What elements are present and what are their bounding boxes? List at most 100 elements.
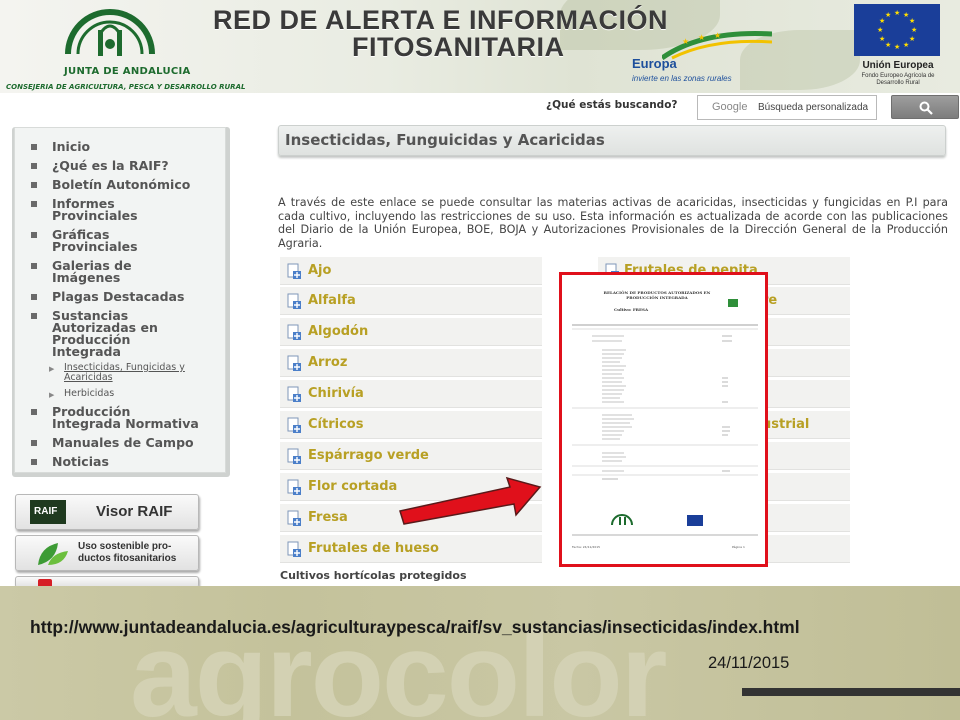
sidebar-item-label: Integrada Normativa (52, 416, 199, 431)
crop-link-label: Alfalfa (308, 293, 356, 308)
svg-text:★: ★ (909, 17, 915, 25)
crop-link-label: Frutales de hueso (308, 541, 439, 556)
sidebar-item-label: Noticias (52, 454, 109, 469)
bullet-icon (31, 163, 37, 169)
crop-link-arroz[interactable]: Arroz (280, 349, 542, 377)
sidebar-item-label: Imágenes (52, 270, 121, 285)
svg-text:★: ★ (911, 26, 917, 34)
europa-label: Europa (632, 56, 677, 71)
andalucia-emblem-icon (65, 9, 155, 56)
document-add-icon (287, 386, 301, 402)
document-preview: RELACIÓN DE PRODUCTOS AUTORIZADOS EN PRO… (559, 272, 768, 567)
footer-banner: agrocolor http://www.juntadeandalucia.es… (0, 586, 960, 720)
sidebar-item-label: Provinciales (52, 208, 138, 223)
red-arrow-icon (399, 476, 542, 525)
bullet-icon (31, 263, 37, 269)
source-url[interactable]: http://www.juntadeandalucia.es/agricultu… (30, 617, 800, 638)
site-header: JUNTA DE ANDALUCIA CONSEJERIA DE AGRICUL… (0, 0, 960, 93)
page-title: Insecticidas, Funguicidas y Acaricidas (285, 131, 605, 149)
svg-text:★: ★ (903, 41, 909, 49)
sidebar-subitem-label: Acaricidas (64, 372, 113, 383)
europa-slogan: invierte en las zonas rurales (632, 74, 732, 83)
document-add-icon (287, 448, 301, 464)
visor-raif-label: Visor RAIF (96, 503, 173, 520)
svg-text:★: ★ (885, 41, 891, 49)
sidebar-item-label: Boletín Autonómico (52, 177, 191, 192)
sidebar-item-label: Provinciales (52, 239, 138, 254)
section-subheading: Cultivos hortícolas protegidos (280, 569, 467, 582)
eu-flag-mini-icon (687, 515, 703, 526)
europa-rural-logo: ★ ★ ★ Europa invierte en las zonas rural… (632, 30, 772, 88)
bullet-icon (31, 182, 37, 188)
bullet-icon (31, 313, 37, 319)
crop-link-label: Algodón (308, 324, 369, 339)
org-name: JUNTA DE ANDALUCIA (64, 66, 191, 77)
crop-link-label: Cítricos (308, 417, 364, 432)
crop-link-esparrago[interactable]: Espárrago verde (280, 442, 542, 470)
eu-title: Unión Europea (862, 60, 934, 71)
sidebar-subitem-label: Herbicidas (64, 388, 115, 399)
bullet-icon (31, 144, 37, 150)
svg-text:★: ★ (714, 31, 721, 40)
document-add-icon (287, 541, 301, 557)
search-label: ¿Qué estás buscando? (546, 99, 678, 111)
document-table-lines (572, 299, 758, 536)
crop-link-alfalfa[interactable]: Alfalfa (280, 287, 542, 315)
crop-link-frutales-hueso[interactable]: Frutales de hueso (280, 535, 542, 563)
bullet-icon (31, 409, 37, 415)
document-add-icon (287, 510, 301, 526)
crop-link-ajo[interactable]: Ajo (280, 257, 542, 285)
search-button[interactable] (891, 95, 959, 119)
slide-date: 24/11/2015 (708, 654, 790, 672)
crop-link-label: Espárrago verde (308, 448, 429, 463)
crop-link-citricos[interactable]: Cítricos (280, 411, 542, 439)
triangle-right-icon: ▶ (49, 391, 55, 399)
sidebar-item-label: Inicio (52, 139, 91, 154)
triangle-right-icon: ▶ (49, 365, 55, 373)
document-add-icon (287, 355, 301, 371)
document-add-icon (287, 417, 301, 433)
bullet-icon (31, 201, 37, 207)
visor-raif-banner[interactable]: RAIF Visor RAIF (15, 494, 199, 530)
svg-text:★: ★ (894, 43, 900, 51)
bullet-icon (31, 294, 37, 300)
document-add-icon (287, 479, 301, 495)
document-footer-date: Fecha: 24/11/2015 (572, 545, 601, 549)
sidebar-item-label: Manuales de Campo (52, 435, 194, 450)
svg-text:★: ★ (894, 9, 900, 17)
google-brand: Google (712, 101, 748, 113)
bullet-icon (31, 459, 37, 465)
crop-link-label: Flor cortada (308, 479, 398, 494)
sidebar-item-label: Integrada (52, 344, 121, 359)
svg-text:★: ★ (698, 33, 705, 42)
crop-link-label: Fresa (308, 510, 348, 525)
svg-text:★: ★ (682, 37, 689, 46)
search-placeholder: Búsqueda personalizada (758, 102, 869, 113)
bullet-icon (31, 440, 37, 446)
crop-link-algodon[interactable]: Algodón (280, 318, 542, 346)
uso-sostenible-label-2: ductos fitosanitarios (78, 553, 177, 564)
document-add-icon (287, 293, 301, 309)
uso-sostenible-label-1: Uso sostenible pro- (78, 541, 172, 552)
site-title-line-2: FITOSANITARIA (352, 32, 565, 62)
crop-link-chirivia[interactable]: Chirivía (280, 380, 542, 408)
intro-paragraph: A través de este enlace se puede consult… (278, 196, 948, 250)
document-crop: Cultivo: FRESA (614, 307, 649, 312)
stars-swoosh-icon: ★ ★ ★ (662, 31, 772, 60)
crop-link-label: Arroz (308, 355, 348, 370)
sidebar-item-label: ¿Qué es la RAIF? (52, 158, 169, 173)
footer-rule (742, 688, 960, 696)
bullet-icon (31, 232, 37, 238)
eu-subtitle: Fondo Europeo Agrícola de Desarrollo Rur… (861, 73, 935, 86)
department-name: CONSEJERIA DE AGRICULTURA, PESCA Y DESAR… (6, 83, 246, 91)
search-icon (919, 101, 933, 115)
crop-link-label: Chirivía (308, 386, 364, 401)
raif-logo-icon: RAIF (30, 500, 66, 524)
crop-link-label: ustrial (762, 417, 810, 432)
document-footer-page: Página 1 (732, 545, 745, 549)
uso-sostenible-banner[interactable]: Uso sostenible pro- ductos fitosanitario… (15, 535, 199, 571)
search-input[interactable]: Google Búsqueda personalizada (697, 95, 877, 120)
raif-badge: RAIF (34, 506, 58, 517)
sidebar-item-label: Plagas Destacadas (52, 289, 185, 304)
leaf-icon (34, 541, 70, 565)
